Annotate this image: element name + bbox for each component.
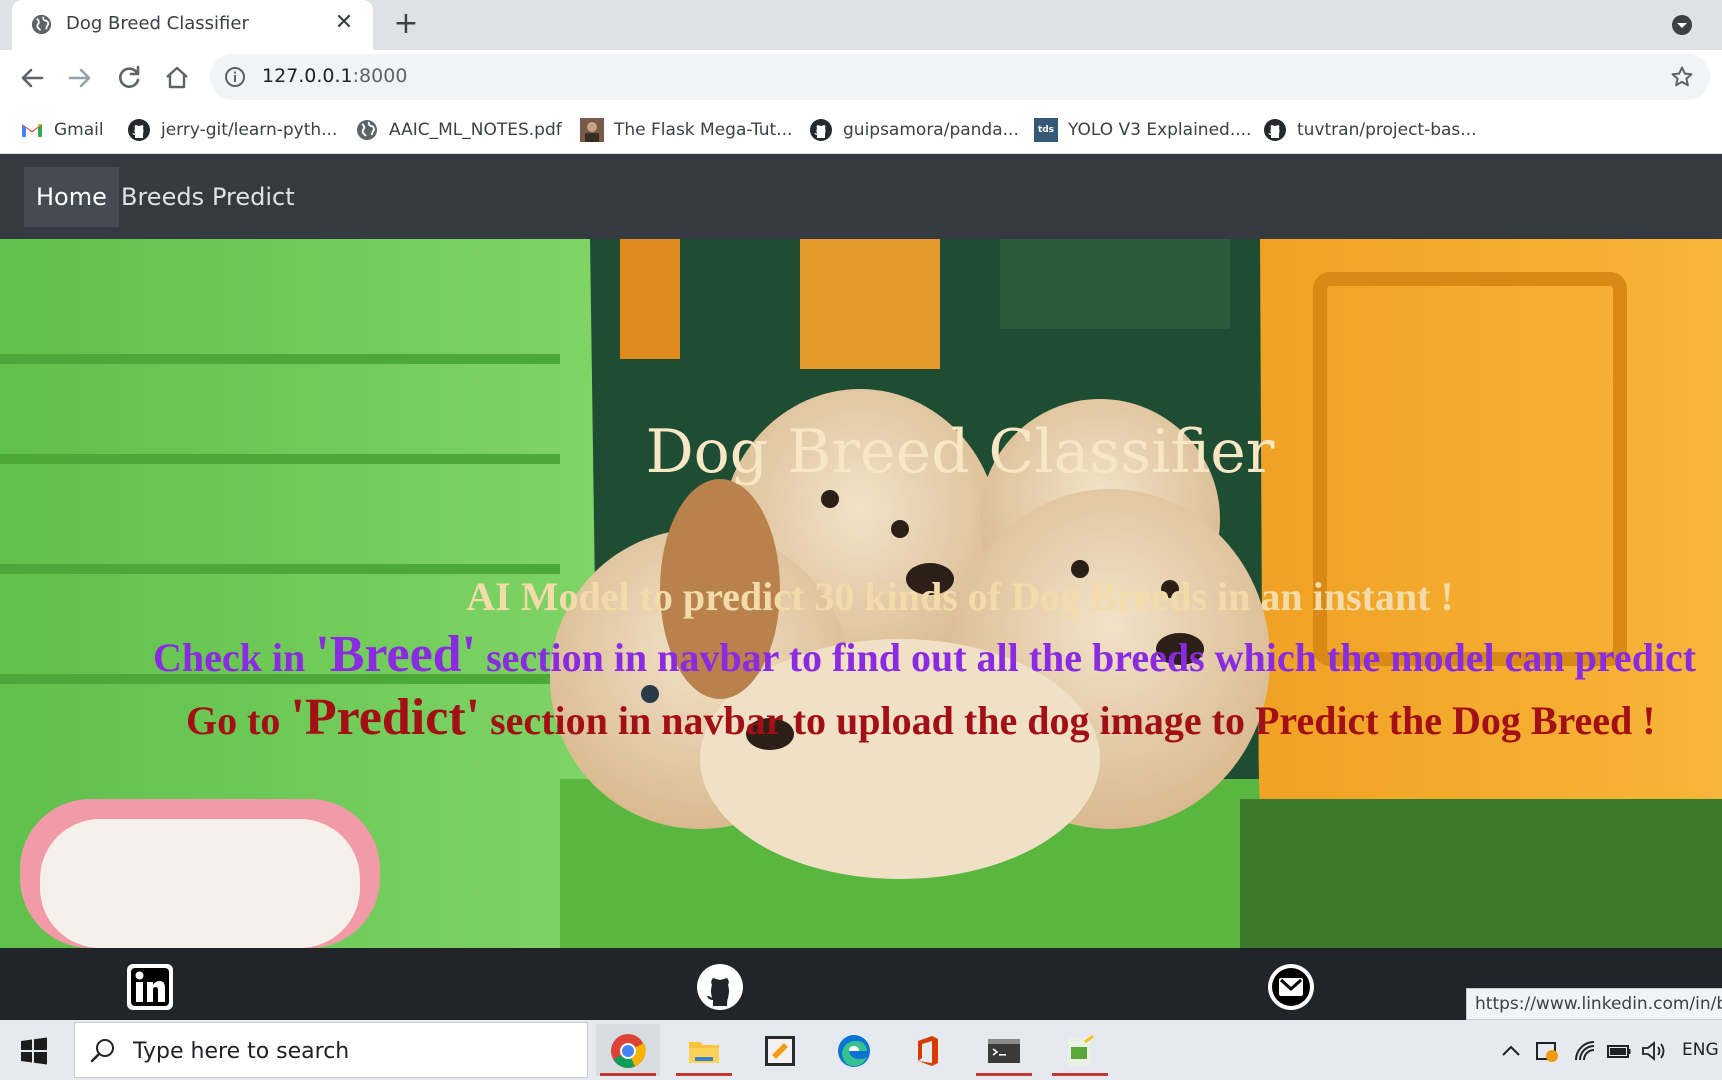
github-icon	[128, 119, 150, 141]
github-icon[interactable]	[697, 964, 743, 1010]
site-footer	[0, 948, 1722, 1020]
folder-icon	[689, 1042, 719, 1063]
address-bar[interactable]: 127.0.0.1:8000	[210, 54, 1710, 100]
hero-title: Dog Breed Classifier	[645, 417, 1275, 487]
active-indicator	[676, 1073, 732, 1076]
taskbar-terminal[interactable]	[972, 1024, 1036, 1076]
linkedin-icon[interactable]	[127, 964, 173, 1010]
url-text: 127.0.0.1:8000	[262, 65, 407, 87]
mail-icon[interactable]	[1268, 964, 1314, 1010]
url-host: 127.0.0.1	[262, 65, 353, 87]
office-icon	[918, 1036, 938, 1066]
tab-close-icon[interactable]: ✕	[332, 11, 356, 35]
search-placeholder: Type here to search	[133, 1039, 350, 1064]
taskbar-search-box[interactable]: Type here to search	[74, 1022, 588, 1078]
chrome-icon	[611, 1034, 646, 1068]
hero-tagline: AI Model to predict 30 kinds of Dog Bree…	[466, 574, 1454, 619]
active-indicator	[976, 1073, 1032, 1076]
taskbar-chrome[interactable]	[596, 1024, 660, 1076]
nav-home[interactable]: Home	[24, 167, 119, 227]
hint-text: section in navbar to upload the dog imag…	[480, 698, 1656, 743]
taskbar-edge[interactable]	[822, 1024, 886, 1076]
nav-breeds[interactable]: Breeds	[121, 167, 204, 227]
browser-toolbar: 127.0.0.1:8000	[0, 50, 1722, 106]
windows-start-icon[interactable]	[20, 1037, 48, 1065]
tab-search-icon[interactable]	[1670, 13, 1694, 37]
url-port: :8000	[352, 65, 408, 87]
snipping-tool-icon	[765, 1036, 795, 1066]
site-info-icon[interactable]	[224, 66, 246, 88]
github-icon	[810, 119, 832, 141]
nav-predict[interactable]: Predict	[212, 167, 295, 227]
hint-emphasis: 'Breed'	[315, 626, 477, 683]
hint-text: section in navbar to find out all the br…	[476, 635, 1697, 680]
hint-text: Check in	[153, 635, 316, 680]
search-icon	[90, 1039, 114, 1063]
hero-section: Dog Breed Classifier AI Model to predict…	[0, 239, 1722, 948]
bookmark-pandas[interactable]: guipsamora/panda...	[809, 116, 1019, 144]
bookmark-label: tuvtran/project-bas...	[1297, 120, 1477, 140]
reload-icon[interactable]	[113, 62, 145, 94]
back-arrow-icon[interactable]	[16, 62, 48, 94]
globe-icon	[31, 14, 52, 35]
tab-strip: Dog Breed Classifier ✕ +	[0, 0, 1722, 50]
bookmark-label: The Flask Mega-Tut...	[614, 120, 793, 140]
avatar-icon	[580, 118, 604, 142]
notepad-icon	[1068, 1035, 1094, 1066]
bookmark-yolo[interactable]: tds YOLO V3 Explained....	[1034, 116, 1251, 144]
sync-icon[interactable]	[1534, 1038, 1560, 1064]
hint-text: Go to	[186, 698, 291, 743]
volume-icon[interactable]	[1640, 1038, 1668, 1064]
tab-title: Dog Breed Classifier	[66, 13, 249, 34]
tds-icon: tds	[1034, 118, 1058, 142]
bookmark-project-based[interactable]: tuvtran/project-bas...	[1263, 116, 1477, 144]
site-navbar: Home Breeds Predict	[0, 154, 1722, 239]
taskbar-office[interactable]	[896, 1024, 960, 1076]
hero-breed-hint: Check in 'Breed' section in navbar to fi…	[153, 625, 1696, 684]
link-status-bubble: https://www.linkedin.com/in/bh	[1466, 988, 1722, 1020]
bookmarks-bar: Gmail jerry-git/learn-pyth... AAIC_ML_NO…	[0, 106, 1722, 154]
globe-icon	[357, 120, 377, 140]
bookmark-label: jerry-git/learn-pyth...	[161, 120, 338, 140]
hint-emphasis: 'Predict'	[290, 689, 481, 746]
browser-tab[interactable]: Dog Breed Classifier ✕	[12, 0, 373, 50]
gmail-icon	[22, 124, 42, 137]
battery-icon[interactable]	[1606, 1038, 1632, 1064]
taskbar-snip-tool[interactable]	[748, 1024, 812, 1076]
bookmark-flask-mega[interactable]: The Flask Mega-Tut...	[580, 116, 792, 144]
bookmark-label: Gmail	[54, 120, 104, 140]
new-tab-button[interactable]: +	[390, 8, 422, 40]
taskbar-file-explorer[interactable]	[672, 1024, 736, 1076]
bookmark-star-icon[interactable]	[1670, 65, 1694, 89]
github-icon	[1264, 119, 1286, 141]
active-indicator	[600, 1073, 656, 1076]
home-icon[interactable]	[161, 62, 193, 94]
bookmark-learn-python[interactable]: jerry-git/learn-pyth...	[127, 116, 337, 144]
chevron-up-icon[interactable]	[1500, 1038, 1522, 1064]
terminal-icon	[988, 1039, 1020, 1063]
active-indicator	[1052, 1073, 1108, 1076]
bookmark-label: guipsamora/panda...	[843, 120, 1019, 140]
edge-icon	[838, 1035, 870, 1067]
taskbar-editor[interactable]	[1048, 1024, 1112, 1076]
bookmark-gmail[interactable]: Gmail	[20, 116, 104, 144]
language-indicator[interactable]: ENG	[1682, 1040, 1719, 1060]
forward-arrow-icon[interactable]	[64, 62, 96, 94]
bookmark-aaic-notes[interactable]: AAIC_ML_NOTES.pdf	[355, 116, 562, 144]
windows-taskbar: Type here to search ENG	[0, 1020, 1722, 1080]
wifi-icon[interactable]	[1572, 1038, 1598, 1064]
hero-predict-hint: Go to 'Predict' section in navbar to upl…	[186, 688, 1656, 747]
bookmark-label: YOLO V3 Explained....	[1068, 120, 1252, 140]
bookmark-label: AAIC_ML_NOTES.pdf	[389, 120, 562, 140]
